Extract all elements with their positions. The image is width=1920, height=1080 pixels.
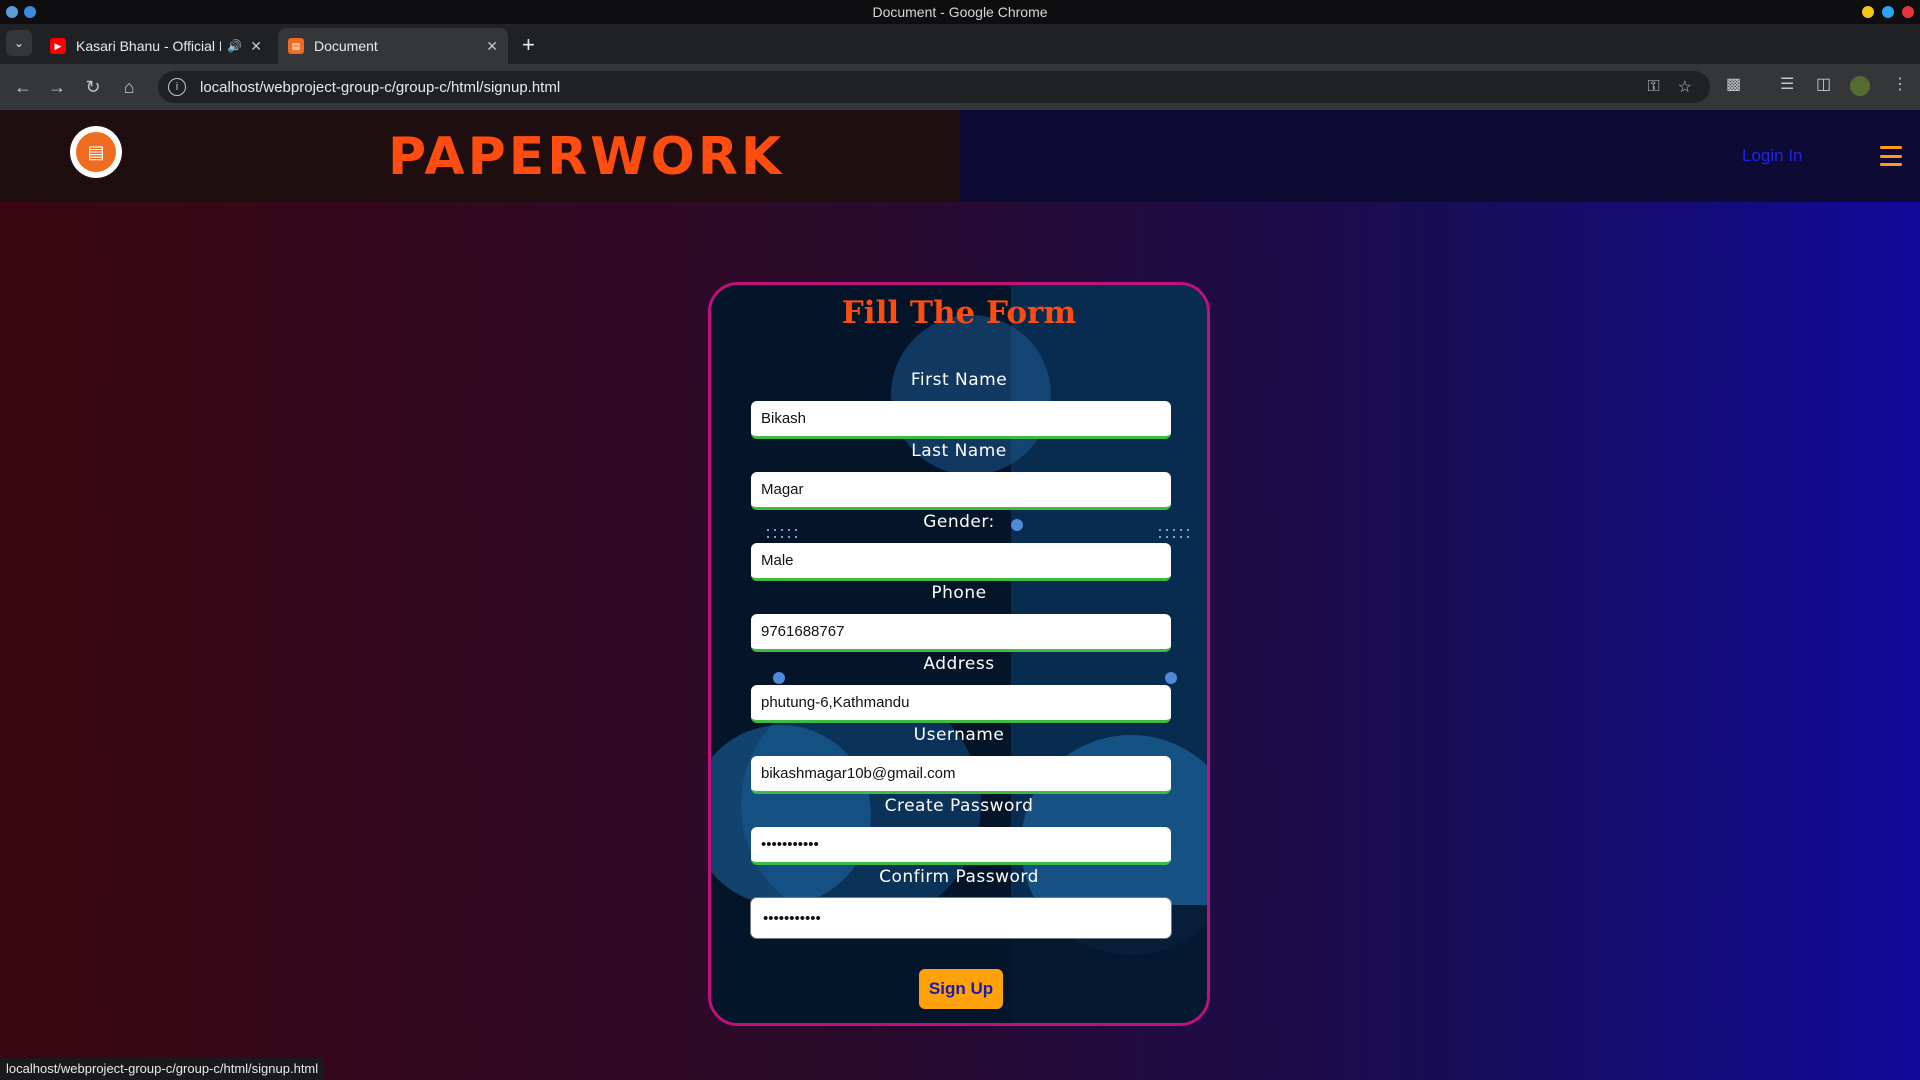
home-icon[interactable]: ⌂ bbox=[116, 74, 142, 100]
phone-label: Phone bbox=[931, 583, 987, 603]
username-input[interactable] bbox=[751, 756, 1171, 794]
gender-label: Gender: bbox=[923, 512, 995, 532]
side-panel-icon[interactable]: ◫ bbox=[1816, 74, 1831, 94]
confirm-password-label: Confirm Password bbox=[879, 867, 1039, 887]
url-text[interactable]: localhost/webproject-group-c/group-c/htm… bbox=[200, 79, 1647, 96]
tab-search-icon[interactable]: ⌄ bbox=[6, 30, 32, 56]
forward-icon[interactable]: → bbox=[44, 74, 70, 100]
create-password-input[interactable] bbox=[751, 827, 1171, 865]
maximize-icon[interactable] bbox=[1882, 6, 1894, 18]
signup-form-card: Fill The Form First Name Last Name Gende… bbox=[708, 282, 1210, 1026]
username-label: Username bbox=[913, 725, 1005, 745]
window-title: Document - Google Chrome bbox=[872, 4, 1048, 20]
hamburger-menu-icon[interactable] bbox=[1880, 146, 1902, 166]
document-favicon: ▤ bbox=[288, 38, 304, 54]
phone-input[interactable] bbox=[751, 614, 1171, 652]
form-title: Fill The Form bbox=[841, 295, 1077, 331]
media-control-icon[interactable]: ☰ bbox=[1780, 74, 1794, 94]
last-name-input[interactable] bbox=[751, 472, 1171, 510]
window-controls-left bbox=[6, 6, 36, 18]
tab-strip: ⌄ ▶ Kasari Bhanu - Official L 🔊 ✕ ▤ Docu… bbox=[0, 24, 1920, 64]
gender-input[interactable] bbox=[751, 543, 1171, 581]
close-window-icon[interactable] bbox=[1902, 6, 1914, 18]
speaker-icon[interactable]: 🔊 bbox=[227, 39, 242, 53]
new-tab-icon[interactable]: + bbox=[522, 32, 535, 58]
profile-avatar[interactable] bbox=[1850, 76, 1870, 96]
logo-icon: ▤ bbox=[76, 132, 116, 172]
window-title-bar: Document - Google Chrome bbox=[0, 0, 1920, 24]
back-icon[interactable]: ← bbox=[10, 74, 36, 100]
tab-label: Document bbox=[314, 38, 378, 54]
bookmark-star-icon[interactable]: ☆ bbox=[1678, 77, 1692, 97]
brand-name: PAPERWORK bbox=[388, 127, 785, 187]
site-header: ▤ PAPERWORK Login In bbox=[0, 110, 1920, 202]
chrome-logo-icon bbox=[6, 6, 18, 18]
address-label: Address bbox=[923, 654, 995, 674]
first-name-input[interactable] bbox=[751, 401, 1171, 439]
login-link[interactable]: Login In bbox=[1742, 146, 1803, 166]
extensions-icon[interactable]: ▩ bbox=[1726, 74, 1741, 94]
tab-document[interactable]: ▤ Document ✕ bbox=[278, 28, 508, 64]
last-name-label: Last Name bbox=[911, 441, 1007, 461]
sign-up-button[interactable]: Sign Up bbox=[919, 969, 1003, 1009]
browser-toolbar: ← → ↻ ⌂ i localhost/webproject-group-c/g… bbox=[0, 64, 1920, 110]
key-icon[interactable]: ⚿ bbox=[1647, 78, 1659, 96]
tab-label: Kasari Bhanu - Official L bbox=[76, 38, 222, 54]
page-viewport: ▤ PAPERWORK Login In Fill The Form First… bbox=[0, 110, 1920, 1080]
minimize-icon[interactable] bbox=[1862, 6, 1874, 18]
tab-youtube[interactable]: ▶ Kasari Bhanu - Official L 🔊 ✕ bbox=[40, 28, 272, 64]
status-bar-url: localhost/webproject-group-c/group-c/htm… bbox=[0, 1058, 325, 1080]
site-logo[interactable]: ▤ bbox=[70, 126, 122, 178]
address-input[interactable] bbox=[751, 685, 1171, 723]
youtube-icon: ▶ bbox=[50, 38, 66, 54]
menu-kebab-icon[interactable]: ⋮ bbox=[1892, 74, 1908, 94]
window-dot-icon[interactable] bbox=[24, 6, 36, 18]
create-password-label: Create Password bbox=[884, 796, 1034, 816]
confirm-password-input[interactable] bbox=[751, 898, 1171, 938]
close-tab-icon[interactable]: ✕ bbox=[250, 38, 262, 55]
close-tab-icon[interactable]: ✕ bbox=[486, 38, 498, 55]
address-bar[interactable]: i localhost/webproject-group-c/group-c/h… bbox=[158, 71, 1710, 103]
window-controls-right bbox=[1862, 6, 1914, 18]
first-name-label: First Name bbox=[910, 370, 1008, 390]
reload-icon[interactable]: ↻ bbox=[80, 74, 106, 100]
site-info-icon[interactable]: i bbox=[168, 78, 186, 96]
